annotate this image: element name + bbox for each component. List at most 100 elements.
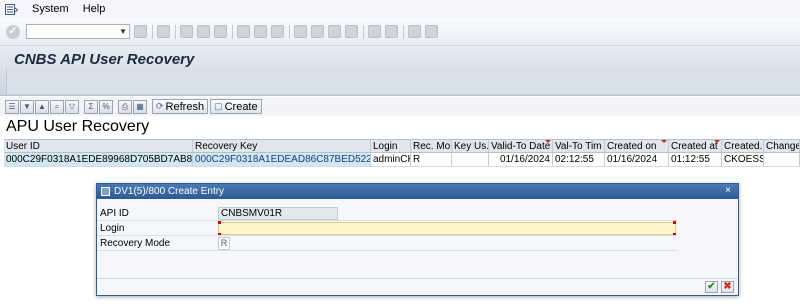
required-marker-icon (673, 221, 676, 224)
new-session-icon[interactable] (368, 25, 381, 38)
menu-system[interactable]: System (25, 3, 76, 15)
command-field[interactable]: ▼ (26, 24, 130, 39)
column-header-login[interactable]: Login (371, 140, 411, 152)
back-arrow-icon[interactable] (134, 25, 147, 38)
create-button[interactable]: ▢ Create (210, 99, 262, 114)
cell-recovery-key[interactable]: 000C29F0318A1EDEAD86C87BED522B81 (193, 153, 371, 166)
exit-icon[interactable] (197, 25, 210, 38)
sort-marker-icon (545, 140, 551, 143)
refresh-icon: ⟳ (156, 101, 164, 111)
save-icon[interactable] (157, 25, 170, 38)
toolbar-separator (363, 24, 364, 39)
cell-login[interactable]: adminCK (371, 153, 411, 166)
find-next-icon[interactable] (271, 25, 284, 38)
cell-recovery-mode[interactable]: R (411, 153, 452, 166)
previous-page-icon[interactable] (311, 25, 324, 38)
column-header-key-used[interactable]: Key Us.. (452, 140, 489, 152)
cell-user-id[interactable]: 000C29F0318A1EDE89968D705BD7AB81 (4, 153, 193, 166)
create-icon: ▢ (214, 101, 223, 111)
sort-icon[interactable]: ▼ (20, 99, 34, 114)
field-row-recovery-mode: Recovery Mode R (97, 236, 677, 251)
details-icon[interactable]: ☰ (5, 99, 19, 114)
grid-title: APU User Recovery (6, 118, 150, 135)
column-header-valid-to-date[interactable]: Valid-To Date (489, 140, 553, 152)
title-subarea (6, 68, 800, 94)
layout-icon[interactable]: ▦ (133, 99, 147, 114)
dialog-title: DV1(5)/800 Create Entry (114, 186, 225, 197)
column-header-changed[interactable]: Changed (764, 140, 800, 152)
toolbar-separator (289, 24, 290, 39)
toolbar-separator (403, 24, 404, 39)
close-icon[interactable]: × (722, 185, 734, 197)
print-icon[interactable] (237, 25, 250, 38)
toolbar-separator (232, 24, 233, 39)
customize-layout-icon[interactable] (425, 25, 438, 38)
created-on-label: Created on (607, 141, 657, 152)
sum-icon[interactable]: Σ (84, 99, 98, 114)
cancel-icon[interactable] (214, 25, 227, 38)
find-icon[interactable]: ⌕ (50, 99, 64, 114)
help-icon[interactable] (408, 25, 421, 38)
next-page-icon[interactable] (328, 25, 341, 38)
column-header-created-on[interactable]: Created on (605, 140, 669, 152)
find-icon[interactable] (254, 25, 267, 38)
column-header-created-by[interactable]: Created.. (722, 140, 764, 152)
recovery-mode-field[interactable]: R (218, 237, 230, 250)
cell-created-at[interactable]: 01:12:55 (669, 153, 722, 166)
column-header-created-at[interactable]: Created at (669, 140, 722, 152)
login-input[interactable] (218, 222, 676, 235)
dialog-footer: ✔ ✖ (97, 278, 738, 295)
refresh-label: Refresh (165, 100, 205, 113)
cell-created-by[interactable]: CKOESSL (722, 153, 764, 166)
first-page-icon[interactable] (294, 25, 307, 38)
shortcut-icon[interactable] (385, 25, 398, 38)
menu-bar: System Help (0, 0, 800, 18)
sort-marker-icon (714, 140, 720, 143)
column-header-valid-to-time[interactable]: Val-To Tim (553, 140, 605, 152)
cell-changed[interactable] (764, 153, 800, 166)
row-divider (97, 250, 677, 251)
table-row[interactable]: 000C29F0318A1EDE89968D705BD7AB81 000C29F… (4, 153, 800, 167)
sort-marker-icon (661, 140, 667, 143)
last-page-icon[interactable] (345, 25, 358, 38)
cancel-icon[interactable]: ✖ (721, 281, 734, 293)
api-id-field: CNBSMV01R (218, 207, 338, 220)
column-header-user-id[interactable]: User ID (4, 140, 193, 152)
application-toolbar: ☰ ▼ ▲ ⌕ ▽ Σ % ⎙ ▦ ⟳ Refresh ▢ Create (0, 97, 800, 116)
back-icon[interactable] (180, 25, 193, 38)
dialog-title-bar[interactable]: DV1(5)/800 Create Entry × (97, 184, 738, 199)
created-at-label: Created at (671, 141, 718, 152)
field-row-login: Login (97, 221, 677, 236)
toolbar-separator (175, 24, 176, 39)
valid-to-date-label: Valid-To Date (491, 141, 551, 152)
required-marker-icon (218, 221, 221, 224)
page-title: CNBS API User Recovery (14, 51, 195, 68)
api-id-label: API ID (100, 208, 129, 219)
print-preview-icon[interactable]: ⎙ (118, 99, 132, 114)
create-entry-dialog: DV1(5)/800 Create Entry × API ID CNBSMV0… (96, 183, 739, 296)
enter-icon[interactable]: ✓ (6, 24, 20, 39)
field-row-api-id: API ID CNBSMV01R (97, 206, 677, 221)
subtotal-icon[interactable]: % (99, 99, 113, 114)
cell-key-used[interactable] (452, 153, 489, 166)
create-label: Create (224, 100, 258, 113)
sort-descending-icon[interactable]: ▲ (35, 99, 49, 114)
alv-grid: User ID Recovery Key Login Rec. Mo.. Key… (4, 139, 800, 167)
login-label: Login (100, 223, 125, 234)
column-header-recovery-key[interactable]: Recovery Key (193, 140, 371, 152)
title-bar: CNBS API User Recovery (0, 46, 800, 96)
dialog-body: API ID CNBSMV01R Login Recovery Mode R (97, 200, 738, 280)
sap-menu-icon[interactable] (3, 2, 19, 16)
window-icon (101, 187, 110, 196)
cell-created-on[interactable]: 01/16/2024 (605, 153, 669, 166)
cell-valid-to-date[interactable]: 01/16/2024 (489, 153, 553, 166)
recovery-mode-label: Recovery Mode (100, 238, 171, 249)
filter-icon[interactable]: ▽ (65, 99, 79, 114)
menu-help[interactable]: Help (76, 3, 113, 15)
toolbar-separator (152, 24, 153, 39)
column-header-recovery-mode[interactable]: Rec. Mo.. (411, 140, 452, 152)
cell-valid-to-time[interactable]: 02:12:55 (553, 153, 605, 166)
confirm-icon[interactable]: ✔ (705, 281, 718, 293)
refresh-button[interactable]: ⟳ Refresh (152, 99, 209, 114)
system-toolbar: ✓ ▼ (0, 18, 800, 46)
